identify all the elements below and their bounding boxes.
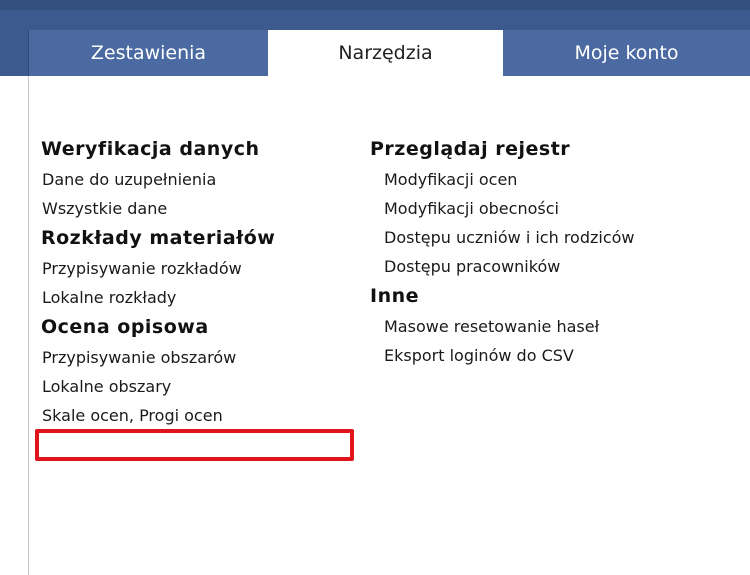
top-strip: [0, 0, 750, 10]
menu-item-dostepu-pracownikow[interactable]: Dostępu pracowników: [370, 252, 635, 281]
menu-item-dostepu-uczniow[interactable]: Dostępu uczniów i ich rodziców: [370, 223, 635, 252]
section-heading-inne: Inne: [370, 285, 420, 307]
tab-narzedzia[interactable]: Narzędzia: [268, 30, 503, 76]
menu-item-przypisywanie-rozkladow[interactable]: Przypisywanie rozkładów: [41, 254, 275, 283]
section-heading-weryfikacja: Weryfikacja danych: [41, 138, 260, 160]
menu-item-lokalne-obszary[interactable]: Lokalne obszary: [41, 372, 275, 401]
menu-item-masowe-resetowanie[interactable]: Masowe resetowanie haseł: [370, 312, 635, 341]
top-navigation-bar: Zestawienia Narzędzia Moje konto: [0, 0, 750, 76]
tab-zestawienia[interactable]: Zestawienia: [28, 30, 268, 76]
menu-item-lokalne-rozklady[interactable]: Lokalne rozkłady: [41, 283, 275, 312]
menu-item-skale-ocen[interactable]: Skale ocen, Progi ocen: [41, 401, 275, 430]
section-heading-rozklady: Rozkłady materiałów: [41, 227, 276, 249]
menu-column-right: Przeglądaj rejestr Modyfikacji ocen Mody…: [370, 134, 635, 370]
menu-item-modyfikacji-obecnosci[interactable]: Modyfikacji obecności: [370, 194, 635, 223]
section-heading-ocena-opisowa: Ocena opisowa: [41, 316, 209, 338]
menu-item-wszystkie-dane[interactable]: Wszystkie dane: [41, 194, 275, 223]
menu-column-left: Weryfikacja danych Dane do uzupełnienia …: [41, 134, 275, 430]
menu-item-przypisywanie-obszarow[interactable]: Przypisywanie obszarów: [41, 343, 275, 372]
menu-item-dane-do-uzupelnienia[interactable]: Dane do uzupełnienia: [41, 165, 275, 194]
menu-item-modyfikacji-ocen[interactable]: Modyfikacji ocen: [370, 165, 635, 194]
tab-moje-konto[interactable]: Moje konto: [503, 30, 750, 76]
menu-item-eksport-loginow[interactable]: Eksport loginów do CSV: [370, 341, 635, 370]
section-heading-przegladaj-rejestr: Przeglądaj rejestr: [370, 138, 571, 160]
